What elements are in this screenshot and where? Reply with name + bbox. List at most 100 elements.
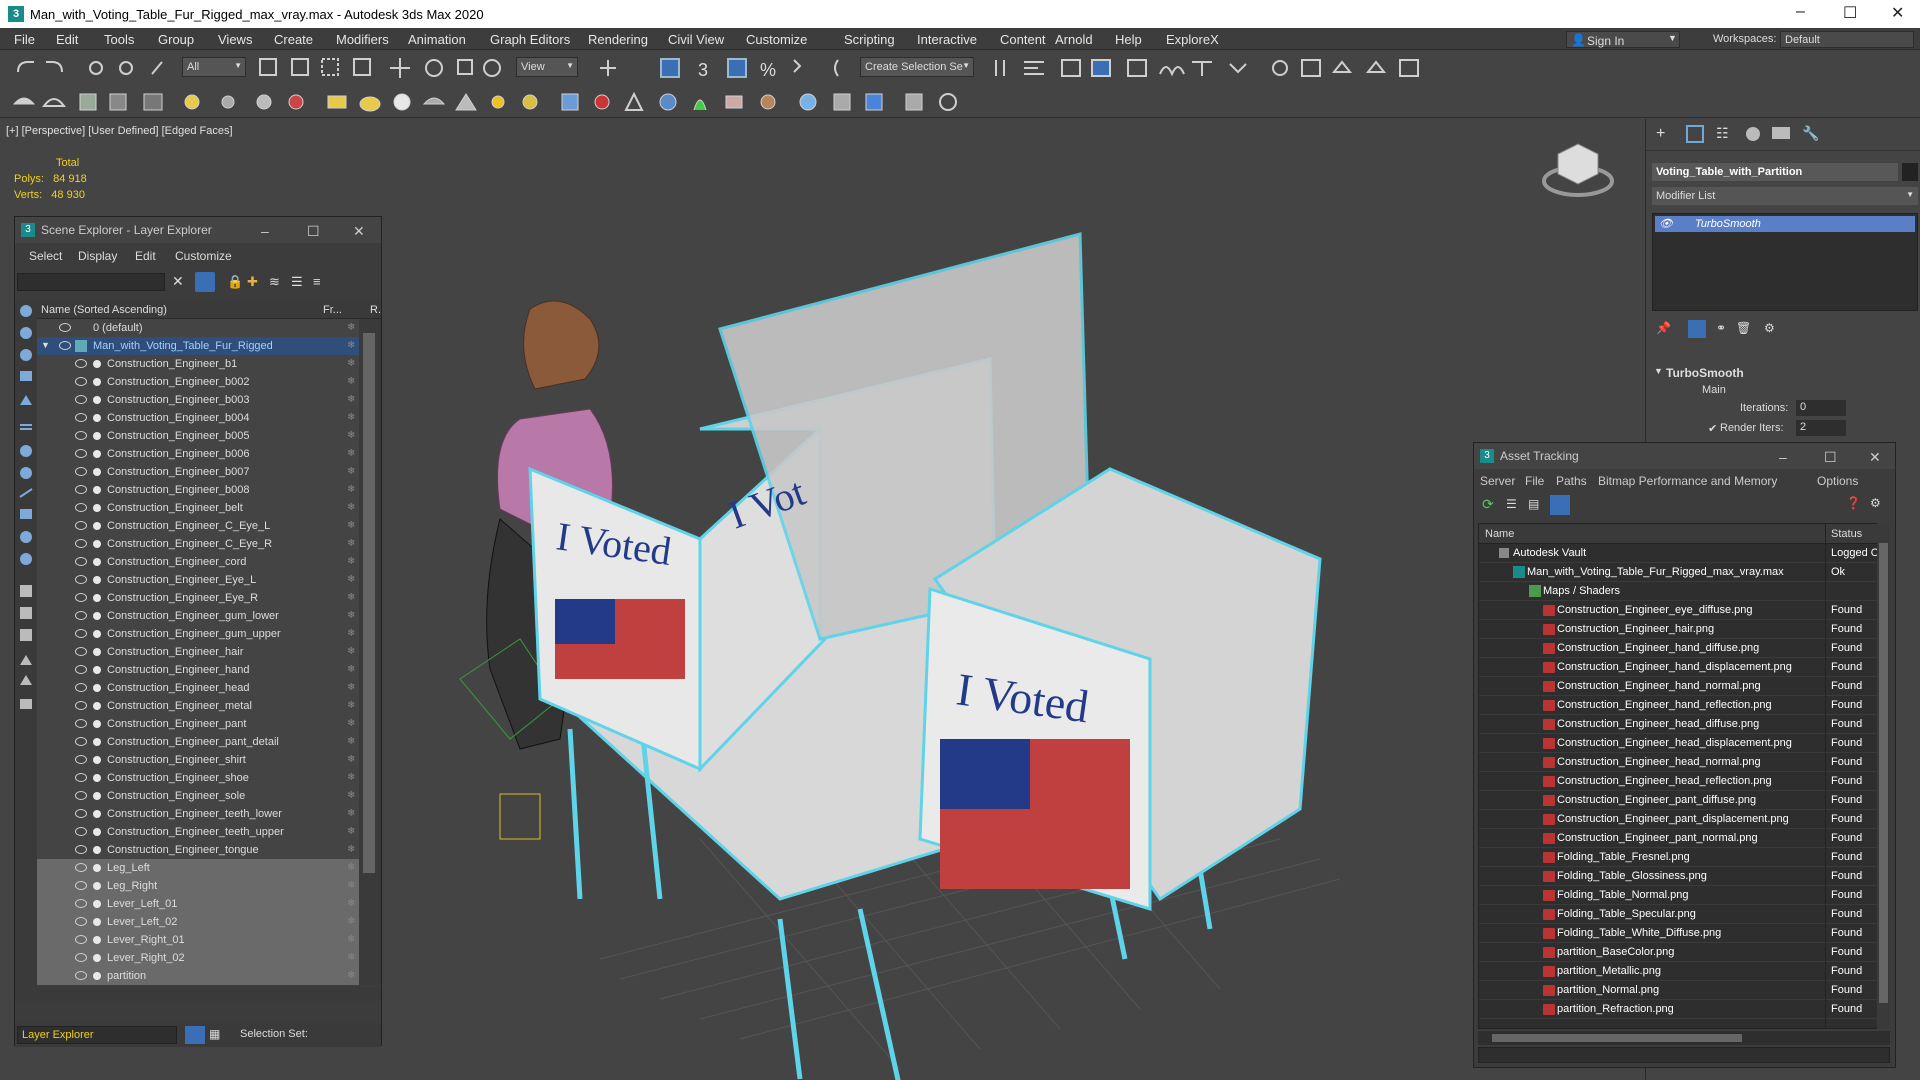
object-row[interactable]: Construction_Engineer_b008 ❄ [37, 481, 359, 499]
layers-icon[interactable]: ≋ [269, 274, 280, 290]
settings-icon[interactable]: ⚙ [1870, 496, 1881, 510]
visibility-eye-icon[interactable] [75, 449, 87, 458]
visibility-eye-icon[interactable] [75, 971, 87, 980]
at-menu-bitmap[interactable]: Bitmap Performance and Memory [1598, 474, 1777, 488]
asset-row[interactable]: Construction_Engineer_pant_displacement.… [1479, 810, 1889, 829]
at-hscroll-thumb[interactable] [1492, 1034, 1742, 1042]
se-menu-customize[interactable]: Customize [175, 249, 232, 263]
asset-row[interactable]: Construction_Engineer_pant_normal.png Fou… [1479, 829, 1889, 848]
visibility-eye-icon[interactable] [75, 935, 87, 944]
visibility-eye-icon[interactable] [75, 521, 87, 530]
remove-modifier-icon[interactable]: 🗑 [1736, 321, 1751, 335]
named-selection-set-dropdown[interactable]: Create Selection Se ▼ [860, 57, 974, 77]
menu-arnold[interactable]: Arnold [1055, 32, 1093, 47]
menu-animation[interactable]: Animation [408, 32, 466, 47]
layer-row-root[interactable]: ▼ Man_with_Voting_Table_Fur_Rigged ❄ [37, 337, 359, 355]
object-row[interactable]: Construction_Engineer_C_Eye_R ❄ [37, 535, 359, 553]
make-unique-icon[interactable]: ⚭ [1716, 321, 1726, 335]
asset-row[interactable]: Construction_Engineer_pant_diffuse.png Fo… [1479, 791, 1889, 810]
freeze-icon[interactable]: ❄ [347, 682, 355, 693]
utilities-tab-icon[interactable]: 🔧 [1802, 125, 1819, 142]
visibility-eye-icon[interactable] [75, 773, 87, 782]
visibility-eye-icon[interactable] [75, 863, 87, 872]
visibility-eye-icon[interactable] [75, 719, 87, 728]
freeze-icon[interactable]: ❄ [347, 538, 355, 549]
asset-row[interactable]: Construction_Engineer_head_normal.png Fou… [1479, 753, 1889, 772]
menu-customize[interactable]: Customize [746, 32, 807, 47]
visibility-eye-icon[interactable] [59, 323, 71, 332]
freeze-icon[interactable]: ❄ [347, 718, 355, 729]
menu-edit[interactable]: Edit [56, 32, 78, 47]
object-row[interactable]: Leg_Left ❄ [37, 859, 359, 877]
freeze-icon[interactable]: ❄ [347, 646, 355, 657]
freeze-icon[interactable]: ❄ [347, 448, 355, 459]
asset-row-vault[interactable]: Autodesk Vault Logged O [1479, 544, 1889, 563]
expand-icon[interactable]: ▼ [41, 340, 50, 350]
menu-graph-editors[interactable]: Graph Editors [490, 32, 570, 47]
filter-icon[interactable] [195, 272, 215, 292]
freeze-icon[interactable]: ❄ [347, 880, 355, 891]
visibility-eye-icon[interactable] [75, 953, 87, 962]
object-row[interactable]: Construction_Engineer_metal ❄ [37, 697, 359, 715]
visibility-eye-icon[interactable] [75, 431, 87, 440]
object-row[interactable]: Construction_Engineer_b007 ❄ [37, 463, 359, 481]
freeze-icon[interactable]: ❄ [347, 844, 355, 855]
visibility-eye-icon[interactable] [75, 395, 87, 404]
scene-explorer-titlebar[interactable]: 3 Scene Explorer - Layer Explorer – ☐ ✕ [15, 217, 381, 243]
reference-coordinate-dropdown[interactable]: View ▼ [516, 57, 578, 77]
lock-icon[interactable]: 🔒 [227, 274, 243, 290]
freeze-icon[interactable]: ❄ [347, 952, 355, 963]
workspaces-dropdown[interactable]: Default [1780, 31, 1914, 48]
asset-row[interactable]: Construction_Engineer_hand_normal.png Fou… [1479, 677, 1889, 696]
menu-rendering[interactable]: Rendering [588, 32, 648, 47]
close-button[interactable]: ✕ [1891, 3, 1904, 23]
maximize-button[interactable]: ☐ [1843, 3, 1857, 23]
menu-views[interactable]: Views [218, 32, 252, 47]
asset-row[interactable]: Construction_Engineer_head_diffuse.png Fo… [1479, 715, 1889, 734]
object-row[interactable]: Construction_Engineer_b1 ❄ [37, 355, 359, 373]
visibility-eye-icon[interactable] [75, 629, 87, 638]
freeze-icon[interactable]: ❄ [347, 898, 355, 909]
menu-scripting[interactable]: Scripting [844, 32, 895, 47]
freeze-icon[interactable]: ❄ [347, 934, 355, 945]
motion-tab-icon[interactable] [1746, 127, 1760, 141]
object-row[interactable]: Lever_Right_01 ❄ [37, 931, 359, 949]
modifier-list-dropdown[interactable]: Modifier List ▼ [1652, 187, 1918, 205]
asset-row[interactable]: Construction_Engineer_hand_displacement.… [1479, 658, 1889, 677]
close-button[interactable]: ✕ [1869, 449, 1881, 466]
visibility-eye-icon[interactable] [75, 737, 87, 746]
menu-modifiers[interactable]: Modifiers [336, 32, 389, 47]
freeze-icon[interactable]: ❄ [347, 772, 355, 783]
close-button[interactable]: ✕ [353, 223, 365, 240]
object-row[interactable]: Lever_Left_02 ❄ [37, 913, 359, 931]
freeze-icon[interactable]: ❄ [347, 376, 355, 387]
menu-explorex[interactable]: ExploreX [1166, 32, 1219, 47]
freeze-icon[interactable]: ❄ [347, 664, 355, 675]
at-menu-options[interactable]: Options [1817, 474, 1858, 488]
visibility-eye-icon[interactable] [75, 755, 87, 764]
menu-civil-view[interactable]: Civil View [668, 32, 724, 47]
object-row[interactable]: Construction_Engineer_hand ❄ [37, 661, 359, 679]
hierarchy-icon[interactable]: ☰ [291, 274, 303, 290]
table-view-icon[interactable] [1550, 495, 1570, 515]
asset-row[interactable]: Folding_Table_Fresnel.png Found [1479, 848, 1889, 867]
create-tab-icon[interactable]: + [1656, 125, 1665, 143]
visibility-eye-icon[interactable] [75, 665, 87, 674]
turbosmooth-rollout-header[interactable]: ▼ TurboSmooth [1652, 363, 1918, 383]
asset-row[interactable]: partition_Normal.png Found [1479, 981, 1889, 1000]
object-row[interactable]: Construction_Engineer_C_Eye_L ❄ [37, 517, 359, 535]
maximize-button[interactable]: ☐ [307, 223, 320, 240]
help-icon[interactable]: ❓ [1846, 496, 1861, 510]
visibility-eye-icon[interactable] [75, 359, 87, 368]
visibility-eye-icon[interactable] [75, 917, 87, 926]
list-view-icon[interactable]: ☰ [1506, 497, 1517, 511]
visibility-eye-icon[interactable] [75, 701, 87, 710]
visibility-eye-icon[interactable] [75, 413, 87, 422]
asset-row[interactable]: Construction_Engineer_head_displacement.… [1479, 734, 1889, 753]
asset-row[interactable]: Construction_Engineer_hand_reflection.pn… [1479, 696, 1889, 715]
asset-row-file[interactable]: Man_with_Voting_Table_Fur_Rigged_max_vra… [1479, 563, 1889, 582]
freeze-icon[interactable]: ❄ [347, 808, 355, 819]
visibility-eye-icon[interactable] [75, 809, 87, 818]
se-horizontal-scrollbar[interactable] [37, 987, 381, 1001]
visibility-eye-icon[interactable] [75, 899, 87, 908]
